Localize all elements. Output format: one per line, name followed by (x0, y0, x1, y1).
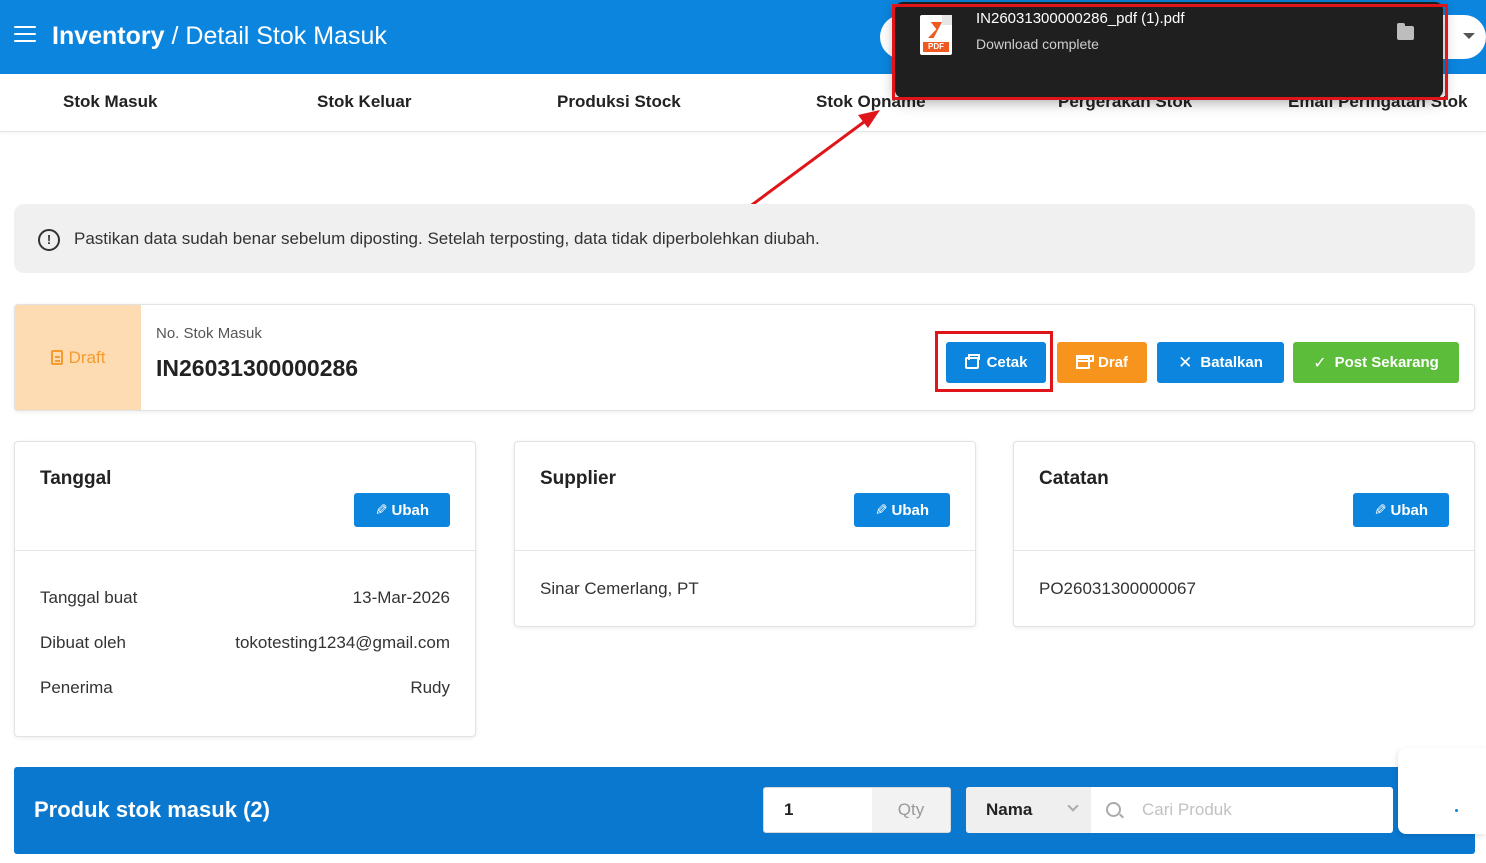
alert-text: Pastikan data sudah benar sebelum dipost… (74, 229, 820, 248)
catatan-edit-label: Ubah (1390, 501, 1429, 519)
catatan-value: PO26031300000067 (1039, 579, 1196, 598)
tanggal-card: Tanggal ✎ Ubah Tanggal buat 13-Mar-2026 … (14, 441, 476, 737)
supplier-edit-label: Ubah (891, 501, 930, 519)
product-search-group: Nama (966, 787, 1393, 833)
card-divider (15, 550, 475, 551)
chevron-down-icon (1067, 800, 1079, 812)
draf-button[interactable]: Draf (1057, 342, 1147, 383)
product-search-input[interactable] (1142, 787, 1387, 833)
card-divider (515, 550, 975, 551)
post-sekarang-button-label: Post Sekarang (1334, 354, 1439, 371)
pencil-icon: ✎ (374, 502, 388, 519)
card-divider (1014, 550, 1474, 551)
search-icon (1106, 802, 1121, 817)
supplier-card: Supplier ✎ Ubah Sinar Cemerlang, PT (514, 441, 976, 627)
widget-dot-icon (1455, 809, 1458, 812)
product-list-header: Produk stok masuk (2) 1 Qty Nama (14, 767, 1475, 854)
exclamation-circle-icon: ! (38, 229, 60, 251)
tanggal-buat-value: 13-Mar-2026 (352, 588, 450, 607)
search-by-value: Nama (986, 800, 1033, 819)
batalkan-button-label: Batalkan (1200, 354, 1263, 371)
breadcrumb-separator: / (171, 22, 179, 50)
batalkan-button[interactable]: ✕ Batalkan (1157, 342, 1284, 383)
close-icon: ✕ (1178, 352, 1193, 372)
tanggal-edit-label: Ubah (391, 501, 430, 519)
supplier-value: Sinar Cemerlang, PT (540, 579, 699, 598)
status-badge: Draft (15, 305, 141, 410)
tanggal-edit-button[interactable]: ✎ Ubah (354, 493, 450, 527)
pencil-icon: ✎ (1373, 502, 1387, 519)
catatan-card: Catatan ✎ Ubah PO26031300000067 (1013, 441, 1475, 627)
supplier-card-title: Supplier (540, 468, 617, 489)
dibuat-oleh-value: tokotesting1234@gmail.com (235, 633, 450, 652)
tanggal-buat-label: Tanggal buat (40, 588, 138, 607)
catatan-card-title: Catatan (1039, 468, 1109, 489)
document-number: IN26031300000286 (156, 355, 359, 381)
supplier-edit-button[interactable]: ✎ Ubah (854, 493, 950, 527)
qty-unit-label: Qty (872, 788, 950, 832)
breadcrumb: Inventory / Detail Stok Masuk (52, 18, 387, 54)
breadcrumb-root[interactable]: Inventory (52, 22, 165, 50)
download-highlight-box (892, 4, 1448, 100)
penerima-label: Penerima (40, 678, 113, 697)
cetak-highlight-box (935, 331, 1053, 392)
product-section-title: Produk stok masuk (2) (34, 797, 270, 822)
catatan-edit-button[interactable]: ✎ Ubah (1353, 493, 1449, 527)
qty-input[interactable]: 1 Qty (763, 787, 951, 833)
floating-widget[interactable] (1398, 748, 1486, 834)
check-icon: ✓ (1313, 354, 1327, 372)
archive-icon (1075, 354, 1094, 369)
page-title: Detail Stok Masuk (185, 22, 387, 50)
penerima-value: Rudy (410, 678, 450, 697)
draf-button-label: Draf (1097, 354, 1128, 371)
pencil-icon: ✎ (874, 502, 888, 519)
document-icon (50, 350, 63, 365)
info-alert: ! Pastikan data sudah benar sebelum dipo… (14, 204, 1475, 273)
tab-produksi-stock[interactable]: Produksi Stock (557, 92, 681, 112)
document-number-label: No. Stok Masuk (156, 325, 262, 342)
tanggal-card-title: Tanggal (40, 468, 112, 489)
status-badge-label: Draft (68, 347, 106, 367)
search-by-select[interactable]: Nama (966, 787, 1091, 833)
hamburger-menu-icon[interactable] (14, 26, 36, 44)
chevron-down-icon[interactable] (1463, 33, 1475, 39)
dibuat-oleh-label: Dibuat oleh (40, 633, 127, 652)
qty-value[interactable]: 1 (764, 788, 872, 832)
tab-stok-keluar[interactable]: Stok Keluar (317, 92, 411, 112)
tab-stok-masuk[interactable]: Stok Masuk (63, 92, 157, 112)
post-sekarang-button[interactable]: ✓ Post Sekarang (1293, 342, 1459, 383)
